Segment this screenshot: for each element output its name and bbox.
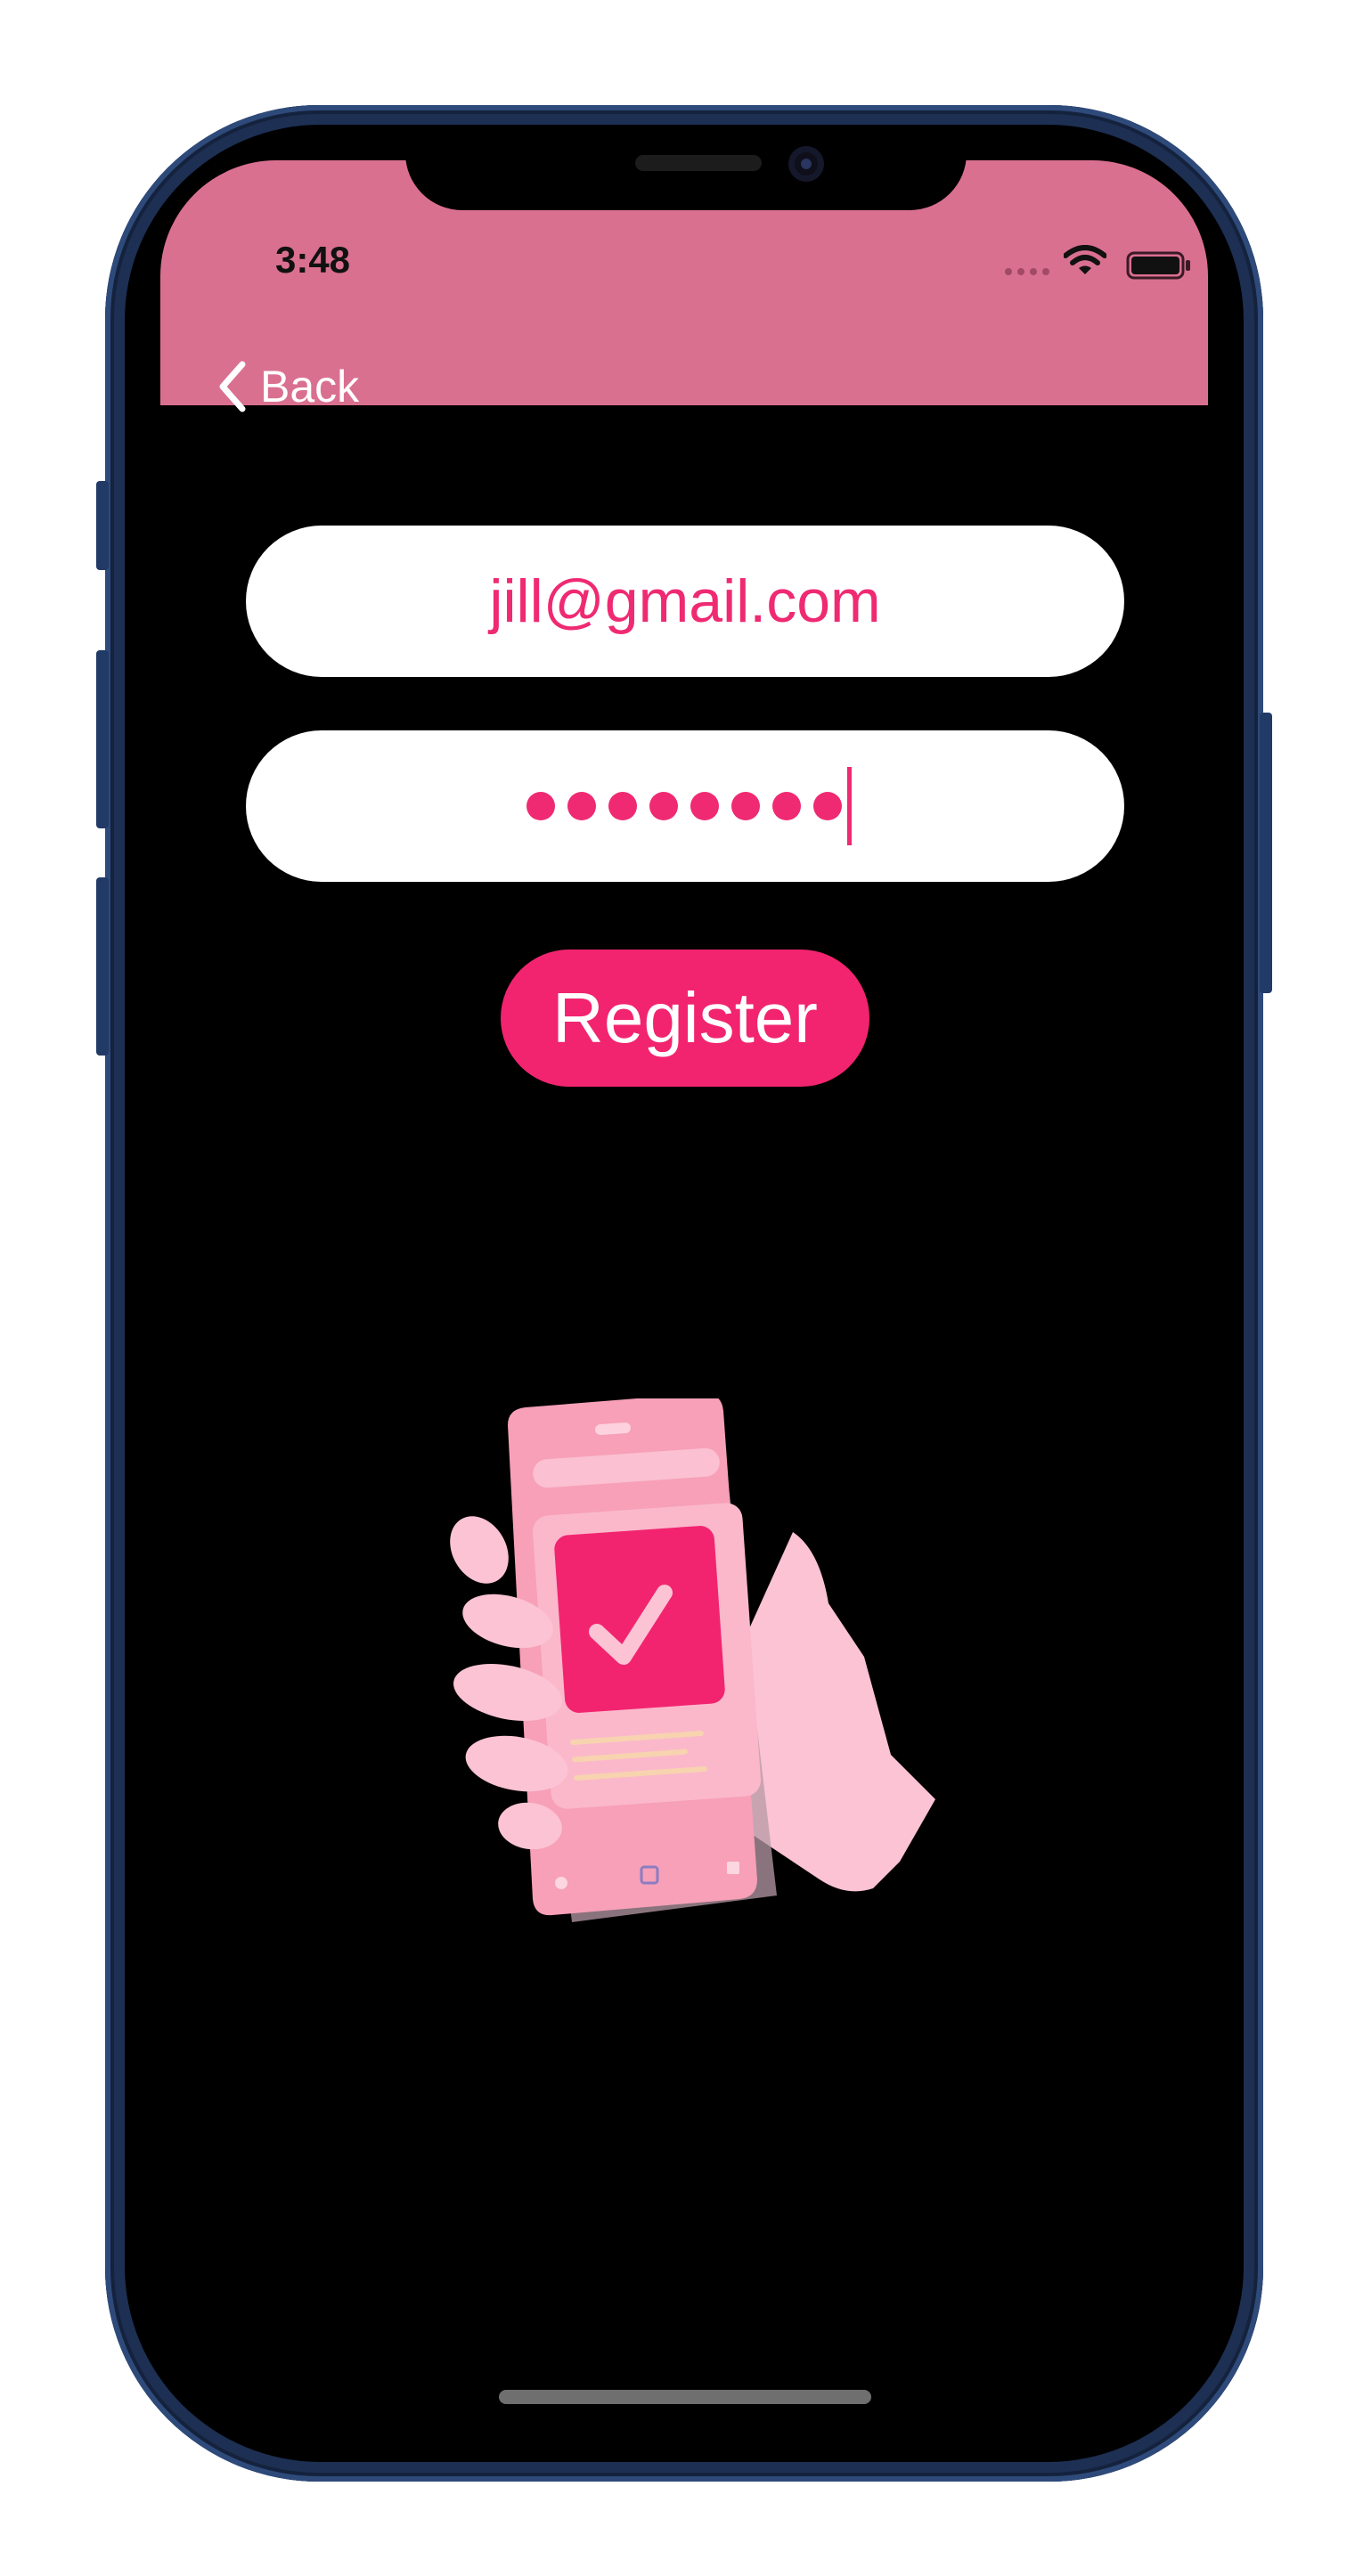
password-dot — [649, 792, 678, 820]
volume-down-button — [96, 877, 109, 1056]
text-cursor — [846, 767, 852, 845]
phone-checkmark-illustration — [450, 1398, 935, 1922]
password-dot — [608, 792, 637, 820]
password-dot — [812, 792, 842, 820]
password-masked-value — [526, 792, 842, 820]
phone-home-dot — [555, 1877, 567, 1889]
password-dot — [730, 792, 760, 820]
cellular-signal-icon — [1005, 268, 1049, 275]
password-dot — [690, 792, 719, 820]
email-value: jill@gmail.com — [489, 567, 881, 635]
battery-icon — [1126, 251, 1190, 280]
device-notch — [405, 125, 967, 210]
mute-switch — [96, 481, 109, 570]
password-field[interactable] — [246, 730, 1124, 882]
front-camera — [788, 146, 824, 182]
register-label: Register — [552, 978, 818, 1057]
email-field[interactable]: jill@gmail.com — [246, 526, 1124, 677]
status-time: 3:48 — [274, 239, 351, 281]
volume-up-button — [96, 650, 109, 828]
thumb — [450, 1516, 509, 1584]
chevron-left-icon — [219, 361, 246, 412]
register-button[interactable]: Register — [501, 950, 869, 1087]
app-screen: 3:48 Back jill@gmail.com Register — [125, 125, 1244, 2462]
back-button[interactable]: Back — [217, 355, 359, 419]
password-dot — [526, 792, 555, 820]
phone-menu-square — [727, 1862, 739, 1874]
power-button — [1260, 713, 1272, 993]
back-label: Back — [260, 362, 360, 412]
password-dot — [771, 792, 801, 820]
home-indicator[interactable] — [499, 2390, 871, 2404]
wifi-icon — [1064, 245, 1106, 274]
earpiece-speaker — [635, 155, 762, 171]
password-dot — [567, 792, 596, 820]
